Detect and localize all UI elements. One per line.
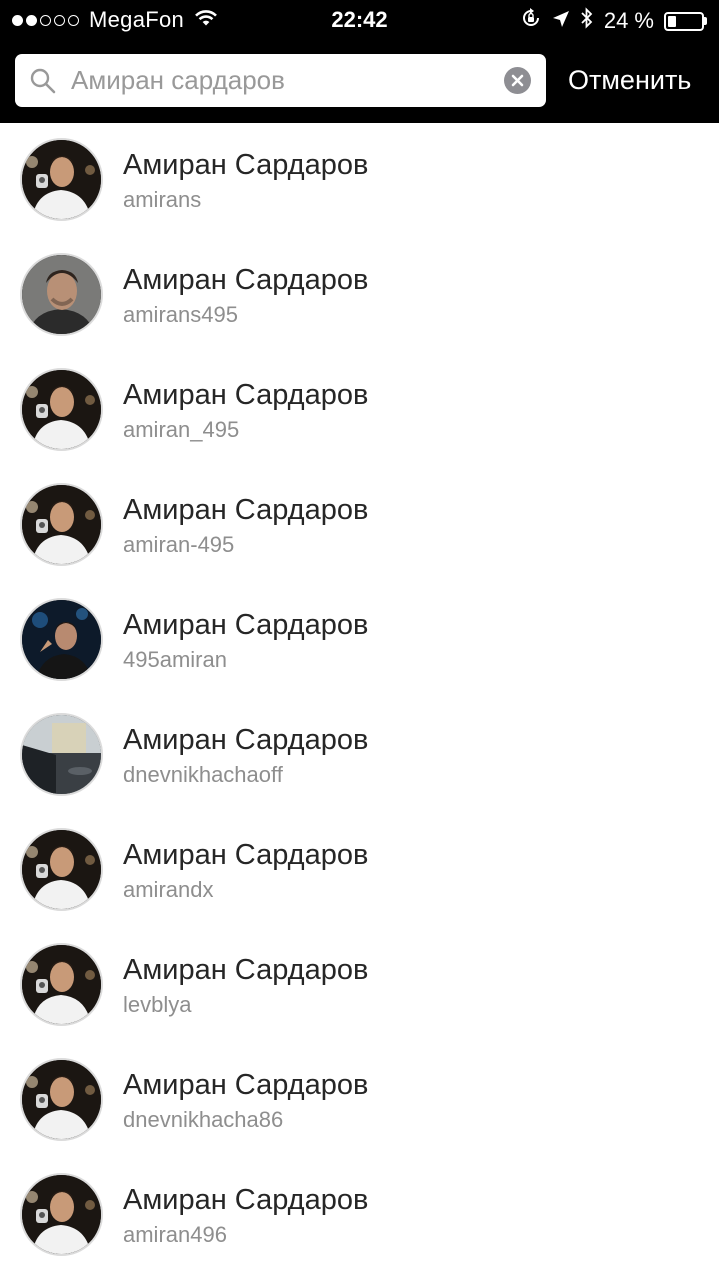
result-full-name: Амиран Сардаров (123, 724, 369, 756)
cancel-button[interactable]: Отменить (568, 65, 691, 96)
result-full-name: Амиран Сардаров (123, 839, 369, 871)
result-full-name: Амиран Сардаров (123, 494, 369, 526)
avatar[interactable] (20, 483, 103, 566)
avatar[interactable] (20, 368, 103, 451)
search-result-row[interactable]: Амиран Сардаров amirans495 (0, 238, 719, 353)
rotation-lock-icon (520, 7, 542, 35)
status-bar: MegaFon 22:42 24 % (0, 0, 719, 40)
result-username: amiran-495 (123, 532, 235, 557)
search-result-row[interactable]: Амиран Сардаров dnevnikhachaoff (0, 698, 719, 813)
search-field[interactable] (15, 54, 546, 107)
search-results-list: Амиран Сардаров amirans Амиран Сардаров ami… (0, 123, 719, 1273)
result-username: amirans495 (123, 302, 238, 327)
search-result-row[interactable]: Амиран Сардаров amiran-495 (0, 468, 719, 583)
avatar[interactable] (20, 943, 103, 1026)
search-result-row[interactable]: Амиран Сардаров dnevnikhacha86 (0, 1043, 719, 1158)
result-username: amiran496 (123, 1222, 227, 1247)
result-username: amiran_495 (123, 417, 240, 442)
avatar[interactable] (20, 1173, 103, 1256)
result-full-name: Амиран Сардаров (123, 609, 369, 641)
header: MegaFon 22:42 24 % Амиран сардаров Отмен… (0, 0, 719, 123)
search-result-row[interactable]: Амиран Сардаров amirandx (0, 813, 719, 928)
result-username: amirandx (123, 877, 214, 902)
search-result-row[interactable]: Амиран Сардаров amiran496 (0, 1158, 719, 1273)
avatar[interactable] (20, 713, 103, 796)
result-full-name: Амиран Сардаров (123, 1184, 369, 1216)
search-result-row[interactable]: Амиран Сардаров amiran_495 (0, 353, 719, 468)
search-bar: Отменить (15, 54, 719, 107)
result-full-name: Амиран Сардаров (123, 264, 369, 296)
result-username: amirans (123, 187, 202, 212)
location-arrow-icon (552, 8, 570, 34)
avatar[interactable] (20, 253, 103, 336)
result-username: dnevnikhachaoff (123, 762, 283, 787)
bluetooth-icon (580, 7, 594, 35)
search-result-row[interactable]: Амиран Сардаров amirans (0, 123, 719, 238)
avatar[interactable] (20, 138, 103, 221)
avatar[interactable] (20, 828, 103, 911)
result-full-name: Амиран Сардаров (123, 1069, 369, 1101)
search-result-row[interactable]: Амиран Сардаров 495amiran (0, 583, 719, 698)
result-full-name: Амиран Сардаров (123, 954, 369, 986)
search-result-row[interactable]: Амиран Сардаров levblya (0, 928, 719, 1043)
result-full-name: Амиран Сардаров (123, 149, 369, 181)
result-username: levblya (123, 992, 192, 1017)
result-username: 495amiran (123, 647, 227, 672)
battery-icon (664, 11, 707, 31)
clear-search-icon[interactable] (504, 67, 531, 94)
avatar[interactable] (20, 1058, 103, 1141)
result-full-name: Амиран Сардаров (123, 379, 369, 411)
battery-percentage: 24 % (603, 8, 654, 33)
search-icon (29, 67, 57, 100)
result-username: dnevnikhacha86 (123, 1107, 284, 1132)
avatar[interactable] (20, 598, 103, 681)
search-input[interactable] (71, 54, 491, 107)
